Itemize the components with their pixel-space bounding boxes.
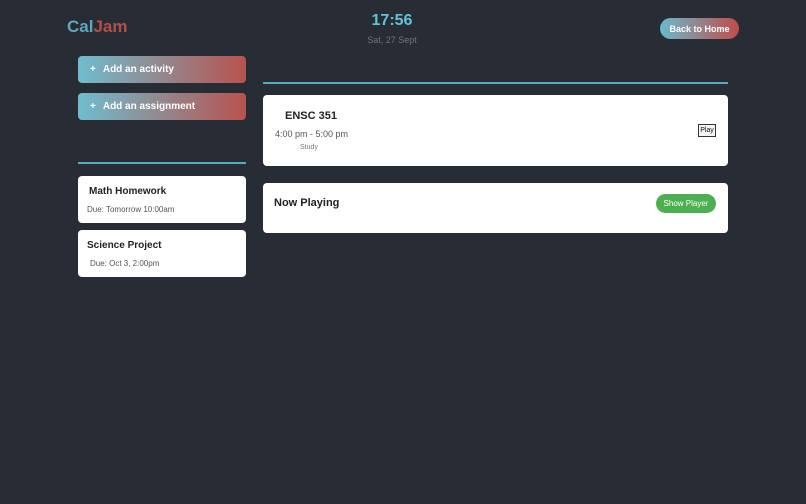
add-assignment-button[interactable]: + Add an assignment: [78, 93, 246, 120]
clock: 17:56 Sat, 27 Sept: [332, 12, 452, 45]
event-card: ENSC 351 4:00 pm - 5:00 pm Study Play: [263, 95, 728, 166]
clock-date: Sat, 27 Sept: [367, 35, 417, 45]
main-divider: [263, 82, 728, 84]
assignment-title: Math Homework: [89, 186, 167, 197]
assignment-due: Due: Oct 3, 2:00pm: [90, 259, 160, 268]
now-playing-title: Now Playing: [274, 197, 340, 209]
plus-icon: +: [90, 101, 96, 112]
event-title: ENSC 351: [285, 110, 337, 122]
add-activity-label: Add an activity: [102, 64, 174, 75]
logo-jam: Jam: [93, 17, 128, 36]
add-activity-button[interactable]: + Add an activity: [78, 56, 246, 83]
event-type: Study: [300, 144, 318, 151]
now-playing-panel: Now Playing Show Player: [263, 183, 728, 233]
show-player-button[interactable]: Show Player: [656, 194, 716, 213]
logo-cal: Cal: [67, 17, 94, 36]
assignment-title: Science Project: [87, 240, 162, 251]
calendar-page: CalJam 17:56 Sat, 27 Sept Back to Home +…: [0, 0, 806, 504]
plus-icon: +: [90, 64, 96, 75]
assignment-due: Due: Tomorrow 10:00am: [87, 205, 175, 214]
back-to-home-button[interactable]: Back to Home: [660, 18, 739, 39]
event-time: 4:00 pm - 5:00 pm: [275, 129, 349, 139]
play-button[interactable]: Play: [698, 124, 716, 137]
clock-time: 17:56: [371, 12, 413, 29]
assignment-card[interactable]: Math Homework Due: Tomorrow 10:00am: [78, 176, 246, 223]
add-assignment-label: Add an assignment: [102, 101, 196, 112]
sidebar-divider: [78, 162, 246, 164]
assignment-card[interactable]: Science Project Due: Oct 3, 2:00pm: [78, 230, 246, 277]
app-logo: CalJam: [67, 17, 128, 37]
